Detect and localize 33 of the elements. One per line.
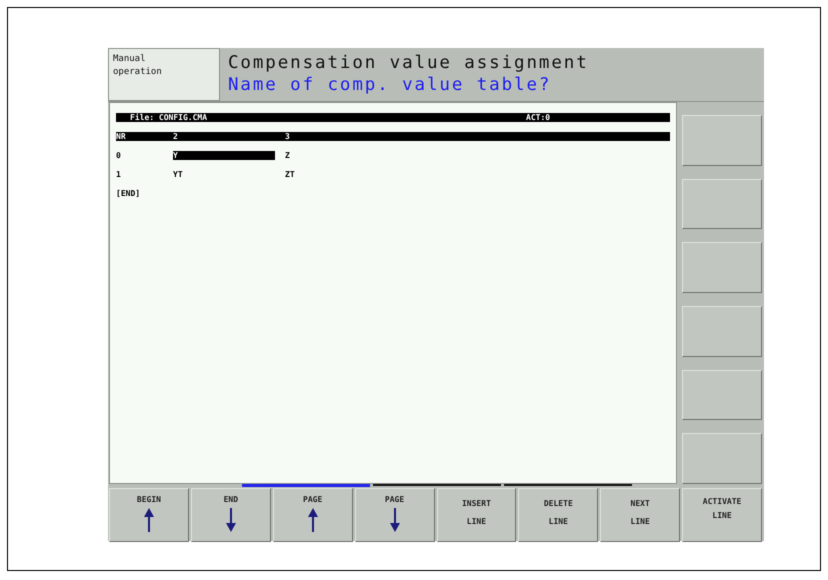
screen-title: Compensation value assignment — [228, 53, 589, 74]
side-softkey[interactable] — [682, 306, 762, 357]
softkey-button[interactable]: PAGE — [354, 488, 434, 542]
input-prompt: Name of comp. value table? — [228, 75, 552, 96]
softkey-button[interactable]: BEGIN — [109, 488, 189, 542]
softkey-button[interactable]: END — [190, 488, 271, 542]
down-arrow-icon — [226, 508, 236, 532]
side-softkey[interactable] — [682, 178, 762, 230]
table-cell[interactable]: ZT — [285, 170, 670, 179]
table-cell[interactable]: 0 — [116, 151, 173, 160]
down-arrow-icon — [390, 508, 400, 532]
table-cell[interactable]: 1 — [116, 170, 173, 179]
table-cell[interactable]: YT — [173, 170, 285, 179]
side-softkey[interactable] — [682, 115, 762, 166]
softkey-button[interactable]: NEXT LINE — [600, 488, 680, 542]
up-arrow-icon — [308, 508, 318, 532]
side-softkey[interactable] — [682, 370, 762, 420]
up-arrow-icon — [144, 508, 154, 532]
side-softkey[interactable] — [682, 433, 762, 484]
active-indicator: ACT:0 — [526, 113, 550, 122]
file-name: File: CONFIG.CMA — [129, 113, 208, 122]
column-header: 3 — [285, 132, 291, 141]
column-header: NR — [116, 132, 127, 141]
side-softkey[interactable] — [682, 242, 762, 294]
mode-label: Manual operation — [108, 48, 220, 101]
end-marker: [END] — [116, 189, 142, 199]
column-header: 2 — [173, 132, 179, 141]
table-cell[interactable]: Y — [173, 151, 275, 160]
softkey-button[interactable]: DELETE LINE — [518, 488, 598, 542]
table-cell[interactable]: Z — [285, 151, 670, 160]
softkey-button[interactable]: ACTIVATE LINE — [682, 488, 762, 542]
softkey-button[interactable]: INSERT LINE — [436, 488, 516, 542]
softkey-button[interactable]: PAGE — [272, 488, 353, 542]
